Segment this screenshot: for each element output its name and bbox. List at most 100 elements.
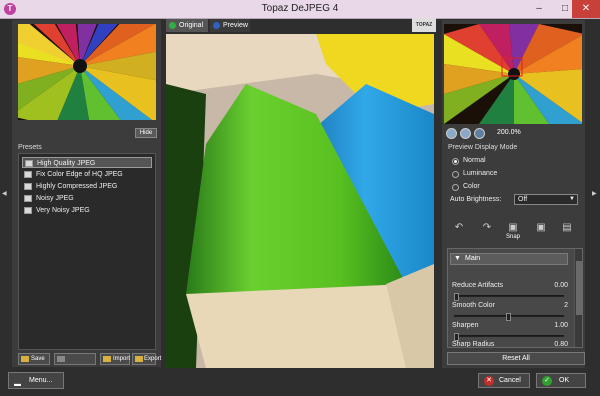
preset-label: High Quality JPEG [37, 160, 96, 167]
radio-luminance-label: Luminance [463, 170, 498, 177]
smooth-color-knob[interactable] [506, 313, 511, 321]
collapse-triangle-icon: ▼ [454, 255, 461, 262]
delete-button[interactable] [54, 353, 96, 365]
export-button[interactable]: Export [132, 353, 161, 365]
reduce-artifacts-knob[interactable] [454, 293, 459, 301]
preset-icon [24, 195, 32, 202]
chevron-down-icon: ▼ [569, 196, 575, 202]
logo-text: TOPAZ [415, 22, 433, 28]
note-icon[interactable]: ▤ [556, 222, 578, 244]
zoom-level: 200.0% [497, 129, 521, 136]
smooth-color-label: Smooth Color [452, 302, 495, 309]
preset-item[interactable]: Very Noisy JPEG [22, 205, 152, 216]
save-button[interactable]: Save [18, 353, 50, 365]
presets-heading: Presets [18, 144, 42, 151]
auto-brightness-value: Off [518, 196, 528, 203]
menu-icon: ▬ [14, 381, 21, 388]
snap-label: Snap [505, 234, 520, 240]
main-section-header[interactable]: ▼ Main [450, 253, 568, 265]
radio-luminance[interactable]: Luminance [452, 170, 498, 178]
preset-icon [24, 171, 32, 178]
left-panel: Hide Presets High Quality JPEG Fix Color… [12, 20, 161, 367]
cancel-icon: ✕ [484, 376, 494, 386]
radio-color[interactable]: Color [452, 183, 480, 191]
preset-item[interactable]: Fix Color Edge of HQ JPEG [22, 169, 152, 180]
sharpen-slider[interactable] [454, 333, 564, 341]
cancel-label: Cancel [499, 377, 521, 384]
import-label: Import [113, 356, 131, 362]
preset-actions: Save Import Export [18, 353, 161, 365]
window-title: Topaz DeJPEG 4 [261, 3, 339, 14]
topaz-logo: TOPAZ [412, 18, 436, 32]
sharpen-knob[interactable] [454, 333, 459, 341]
preset-item[interactable]: Noisy JPEG [22, 193, 152, 204]
preset-item[interactable]: High Quality JPEG [22, 157, 152, 168]
snap-icon: ▣ [508, 222, 518, 233]
ok-button[interactable]: ✓ OK [536, 373, 586, 388]
smooth-color-value: 2 [564, 302, 568, 309]
reduce-artifacts-value: 0.00 [554, 282, 568, 289]
tab-original[interactable]: Original [166, 19, 208, 32]
auto-brightness-select[interactable]: Off ▼ [514, 194, 578, 205]
hide-button[interactable]: Hide [135, 128, 157, 138]
tab-preview[interactable]: Preview [210, 19, 250, 32]
delete-icon [57, 356, 65, 362]
save-icon [21, 356, 29, 362]
preset-icon [24, 183, 32, 190]
sharpen-value: 1.00 [554, 322, 568, 329]
zoom-out-icon[interactable] [446, 128, 457, 139]
tab-original-label: Original [179, 22, 204, 29]
preview-display-mode: Preview Display Mode Normal Luminance Co… [446, 144, 582, 229]
compare-icon[interactable]: ▣ [530, 222, 552, 244]
import-button[interactable]: Import [100, 353, 130, 365]
radio-normal[interactable]: Normal [452, 157, 486, 165]
tab-preview-label: Preview [223, 22, 248, 29]
radio-normal-label: Normal [463, 157, 486, 164]
sharp-radius-value: 0.80 [554, 341, 568, 348]
preview-mode-title: Preview Display Mode [448, 144, 518, 151]
save-label: Save [31, 356, 45, 362]
preset-label: Fix Color Edge of HQ JPEG [36, 171, 123, 178]
sharpen-label: Sharpen [452, 322, 479, 329]
sharp-radius-label: Sharp Radius [452, 341, 495, 348]
export-label: Export [144, 356, 162, 362]
ok-label: OK [559, 377, 570, 384]
reset-all-label: Reset All [502, 355, 530, 362]
preset-icon [25, 160, 33, 167]
settings-scrollbar[interactable] [574, 249, 582, 347]
radio-normal-icon [452, 158, 459, 165]
menu-button[interactable]: ▬ Menu... [8, 372, 64, 389]
edit-toolbar: ↶ ↷ ▣ Snap ▣ ▤ [444, 222, 584, 246]
import-icon [103, 356, 111, 362]
snap-button[interactable]: ▣ Snap [502, 222, 524, 244]
preset-label: Highly Compressed JPEG [36, 183, 118, 190]
smooth-color-slider[interactable] [454, 313, 564, 321]
reset-all-button[interactable]: Reset All [447, 352, 585, 365]
collapse-right-arrow-icon[interactable]: ▶ [592, 190, 598, 197]
radio-luminance-icon [452, 171, 459, 178]
export-icon [135, 356, 143, 362]
presets-list: High Quality JPEG Fix Color Edge of HQ J… [18, 153, 156, 350]
scrollbar-thumb[interactable] [576, 261, 582, 315]
close-button[interactable]: ✕ [572, 0, 600, 18]
original-thumbnail [18, 24, 156, 120]
zoom-fit-icon[interactable] [474, 128, 485, 139]
navigator-thumbnail[interactable] [444, 24, 582, 124]
title-bar: T Topaz DeJPEG 4 – □ ✕ [0, 0, 600, 19]
reduce-artifacts-slider[interactable] [454, 293, 564, 301]
preset-label: Very Noisy JPEG [36, 207, 90, 214]
menu-label: Menu... [29, 377, 53, 384]
cancel-button[interactable]: ✕ Cancel [478, 373, 530, 388]
main-section-label: Main [465, 255, 481, 262]
collapse-left-arrow-icon[interactable]: ◀ [2, 190, 8, 197]
view-tabs: Original Preview [164, 19, 436, 32]
check-icon: ✓ [542, 376, 552, 386]
preset-item[interactable]: Highly Compressed JPEG [22, 181, 152, 192]
undo-icon[interactable]: ↶ [448, 222, 470, 244]
minimize-button[interactable]: – [526, 0, 552, 18]
zoom-in-icon[interactable] [460, 128, 471, 139]
preset-label: Noisy JPEG [36, 195, 74, 202]
image-preview[interactable] [166, 34, 434, 368]
auto-brightness-label: Auto Brightness: [450, 196, 502, 203]
redo-icon[interactable]: ↷ [476, 222, 498, 244]
